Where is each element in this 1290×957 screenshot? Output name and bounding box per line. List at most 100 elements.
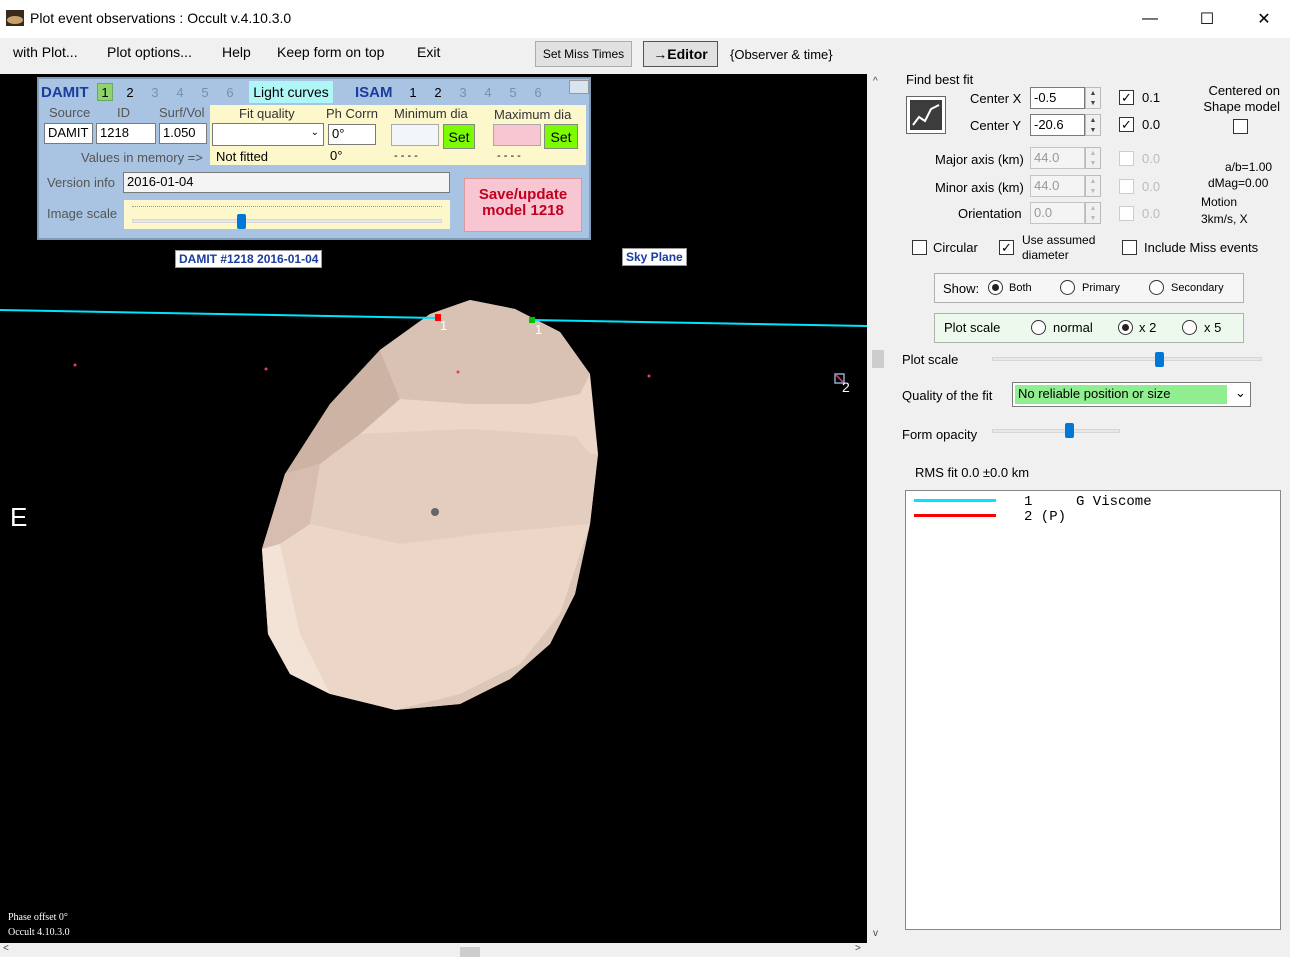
id-label: ID (117, 105, 130, 120)
isam-tab-2[interactable]: 2 (430, 83, 446, 101)
center-marker (431, 508, 439, 516)
major-axis-input[interactable]: 44.0 (1030, 147, 1085, 169)
observer-time-menu[interactable]: {Observer & time} (730, 47, 833, 62)
sky-plane-label: Sky Plane (622, 248, 687, 266)
spin-up-icon: ▲ (1089, 177, 1097, 185)
orientation-step: 0.0 (1142, 206, 1161, 221)
max-dia-field[interactable] (493, 124, 541, 146)
plot-scale-slider[interactable] (992, 350, 1262, 370)
include-miss-checkbox[interactable] (1122, 240, 1137, 255)
editor-button[interactable]: →Editor (643, 41, 718, 67)
isam-tab-1[interactable]: 1 (405, 83, 421, 101)
min-dia-label: Minimum dia (394, 106, 468, 121)
spin-up-icon: ▲ (1089, 204, 1097, 212)
scroll-right-icon[interactable]: > (855, 943, 861, 954)
center-x-input[interactable]: -0.5 (1030, 87, 1085, 109)
light-curves-button[interactable]: Light curves (249, 81, 333, 103)
fit-quality-dropdown[interactable]: ⌄ (212, 123, 324, 146)
find-best-fit-button[interactable] (906, 96, 946, 134)
isam-tab-6[interactable]: 6 (530, 83, 546, 101)
damit-tab-6[interactable]: 6 (222, 83, 238, 101)
show-primary-radio[interactable] (1060, 280, 1075, 295)
centered-on-shape-checkbox[interactable] (1233, 119, 1248, 134)
scroll-up-icon[interactable]: ^ (873, 76, 878, 87)
max-dia-set-button[interactable]: Set (544, 124, 578, 149)
center-x-step-checkbox[interactable]: ✓ (1119, 90, 1134, 105)
panel-collapse-button[interactable] (569, 80, 589, 94)
window-title: Plot event observations : Occult v.4.10.… (30, 10, 292, 26)
scroll-left-icon[interactable]: < (3, 943, 9, 954)
minor-axis-spinner[interactable]: ▲ ▼ (1085, 175, 1101, 197)
spin-down-icon: ▼ (1089, 187, 1097, 195)
circular-checkbox[interactable] (912, 240, 927, 255)
source-label: Source (49, 105, 91, 120)
save-update-model-button[interactable]: Save/update model 1218 (464, 178, 582, 232)
form-opacity-label: Form opacity (902, 427, 978, 442)
damit-tab-2[interactable]: 2 (122, 83, 138, 101)
center-x-label: Center X (970, 91, 1022, 106)
center-y-input[interactable]: -20.6 (1030, 114, 1085, 136)
scroll-down-icon[interactable]: v (873, 928, 878, 939)
scale-x5-label: x 5 (1204, 320, 1222, 335)
damit-tab-5[interactable]: 5 (197, 83, 213, 101)
isam-tab-3[interactable]: 3 (455, 83, 471, 101)
menu-plot-options[interactable]: Plot options... (107, 44, 192, 60)
minor-axis-step-checkbox[interactable] (1119, 179, 1134, 194)
rms-fit-text: RMS fit 0.0 ±0.0 km (915, 465, 1030, 480)
min-dia-field[interactable] (391, 124, 439, 146)
maximize-button[interactable]: ☐ (1179, 0, 1235, 38)
show-secondary-label: Secondary (1171, 282, 1224, 294)
menu-exit[interactable]: Exit (417, 44, 440, 60)
quality-label: Quality of the fit (902, 388, 993, 403)
scale-normal-radio[interactable] (1031, 320, 1046, 335)
center-y-step-checkbox[interactable]: ✓ (1119, 117, 1134, 132)
set-miss-times-button[interactable]: Set Miss Times (535, 41, 632, 67)
show-secondary-radio[interactable] (1149, 280, 1164, 295)
damit-tab-1[interactable]: 1 (97, 83, 113, 101)
scale-x2-radio[interactable] (1118, 320, 1133, 335)
values-in-memory-label: Values in memory => (81, 150, 203, 165)
isam-tab-4[interactable]: 4 (480, 83, 496, 101)
center-y-spinner[interactable]: ▲ ▼ (1085, 114, 1101, 136)
close-button[interactable]: ✕ (1236, 0, 1290, 38)
orientation-input[interactable]: 0.0 (1030, 202, 1085, 224)
isam-tab-5[interactable]: 5 (505, 83, 521, 101)
damit-tab-4[interactable]: 4 (172, 83, 188, 101)
min-dia-set-button[interactable]: Set (443, 124, 475, 149)
legend-line-2 (914, 514, 996, 517)
plot-scale-thumb[interactable] (1155, 352, 1165, 367)
major-axis-spinner[interactable]: ▲ ▼ (1085, 147, 1101, 169)
quality-dropdown[interactable]: No reliable position or size ⌄ (1012, 382, 1251, 407)
minor-axis-label: Minor axis (km) (935, 180, 1024, 195)
major-axis-step-checkbox[interactable] (1119, 151, 1134, 166)
minimize-button[interactable]: — (1122, 0, 1178, 38)
legend-line-1 (914, 499, 996, 502)
show-both-radio[interactable] (988, 280, 1003, 295)
scale-x5-radio[interactable] (1182, 320, 1197, 335)
form-opacity-thumb[interactable] (1064, 423, 1074, 438)
menu-keep-on-top[interactable]: Keep form on top (277, 44, 384, 60)
orientation-spinner[interactable]: ▲ ▼ (1085, 202, 1101, 224)
menu-help[interactable]: Help (222, 44, 251, 60)
hscroll-thumb[interactable] (460, 947, 480, 957)
ph-corrn-field[interactable]: 0° (328, 124, 376, 145)
menu-with-plot[interactable]: with Plot... (13, 44, 78, 60)
motion-label: Motion (1201, 195, 1238, 209)
use-assumed-checkbox[interactable]: ✓ (999, 240, 1014, 255)
center-x-spinner[interactable]: ▲ ▼ (1085, 87, 1101, 109)
find-best-fit-label: Find best fit (906, 72, 974, 87)
damit-tab-3[interactable]: 3 (147, 83, 163, 101)
plot-vscrollbar[interactable]: ^ v (867, 74, 890, 943)
chord-line-left (0, 309, 439, 319)
plot-hscrollbar[interactable]: < > (0, 943, 867, 957)
phase-offset-text: Phase offset 0° (8, 912, 68, 923)
dmag-value: dMag=0.00 (1208, 176, 1269, 190)
form-opacity-slider[interactable] (992, 421, 1120, 441)
orientation-step-checkbox[interactable] (1119, 206, 1134, 221)
vscroll-thumb[interactable] (872, 350, 884, 368)
minor-axis-input[interactable]: 44.0 (1030, 175, 1085, 197)
ph-corrn-memory: 0° (330, 148, 343, 163)
image-scale-thumb[interactable] (236, 214, 246, 229)
image-scale-slider[interactable] (124, 200, 450, 229)
version-info-field: 2016-01-04 (123, 172, 450, 193)
